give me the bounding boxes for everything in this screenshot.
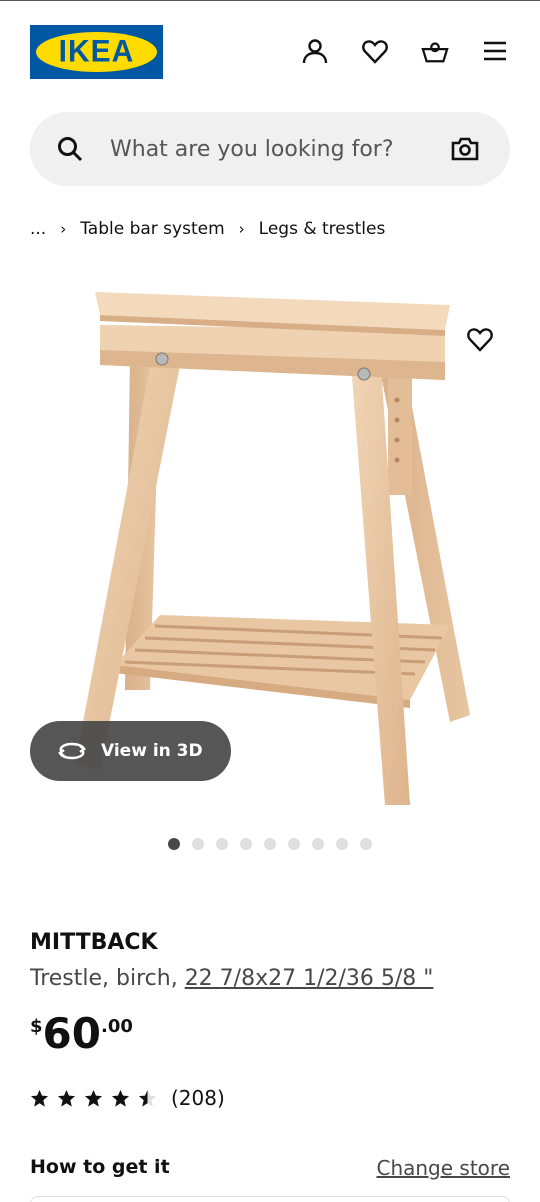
rating-stars (30, 1089, 157, 1108)
view-in-3d-label: View in 3D (101, 741, 203, 761)
gallery-dot[interactable] (240, 838, 252, 850)
product-name: MITTBACK (30, 930, 158, 955)
search-bar[interactable] (30, 112, 510, 186)
product-description: Trestle, birch, 22 7/8x27 1/2/36 5/8 " (30, 966, 433, 991)
price-currency: $ (30, 1016, 43, 1037)
gallery-dot[interactable] (360, 838, 372, 850)
gallery-dot[interactable] (216, 838, 228, 850)
search-icon[interactable] (56, 135, 84, 163)
person-icon (302, 39, 328, 64)
breadcrumb-item-table-bar-system[interactable]: Table bar system (80, 219, 224, 239)
star-filled-icon (111, 1089, 130, 1107)
account-button[interactable] (300, 36, 330, 66)
gallery-pagination (168, 838, 372, 850)
favourites-button[interactable] (360, 36, 390, 66)
gallery-dot[interactable] (336, 838, 348, 850)
gallery-dot[interactable] (288, 838, 300, 850)
product-size-link[interactable]: 22 7/8x27 1/2/36 5/8 " (185, 966, 434, 991)
star-filled-icon (84, 1089, 103, 1107)
rating-count: (208) (171, 1086, 225, 1110)
menu-button[interactable] (480, 36, 510, 66)
basket-button[interactable] (420, 36, 450, 66)
breadcrumb-item-legs-trestles[interactable]: Legs & trestles (259, 219, 386, 239)
change-store-link[interactable]: Change store (376, 1156, 510, 1180)
add-to-favourites-button[interactable] (463, 322, 497, 356)
ikea-logo[interactable]: IKEA (30, 25, 163, 79)
camera-icon[interactable] (450, 135, 480, 163)
product-type: Trestle, birch, (30, 966, 185, 991)
chevron-right-icon: › (60, 220, 67, 238)
chevron-right-icon: › (238, 220, 245, 238)
heart-icon (467, 328, 493, 352)
how-to-get-it-heading: How to get it (30, 1156, 170, 1178)
gallery-dot[interactable] (264, 838, 276, 850)
gallery-dot[interactable] (168, 838, 180, 850)
breadcrumb-ellipsis[interactable]: ... (30, 219, 46, 239)
logo-oval: IKEA (36, 32, 157, 72)
price-integer: 60 (42, 1009, 101, 1058)
breadcrumb: ... › Table bar system › Legs & trestles (30, 217, 385, 241)
heart-icon (362, 40, 388, 64)
rotate-3d-icon (58, 742, 86, 760)
availability-card[interactable] (30, 1196, 510, 1202)
logo-text: IKEA (58, 34, 135, 69)
price-decimal: .00 (100, 1016, 133, 1037)
star-filled-icon (30, 1089, 49, 1107)
gallery-dot[interactable] (312, 838, 324, 850)
star-half-icon (138, 1089, 157, 1107)
top-divider (0, 0, 540, 1)
star-filled-icon (57, 1089, 76, 1107)
gallery-dot[interactable] (192, 838, 204, 850)
product-rating[interactable]: (208) (30, 1086, 225, 1110)
product-price: $ 60 .00 (30, 1010, 133, 1058)
search-input[interactable] (110, 126, 430, 172)
shopping-basket-icon (421, 42, 449, 63)
hamburger-menu-icon (484, 41, 506, 61)
view-in-3d-button[interactable]: View in 3D (30, 721, 231, 781)
